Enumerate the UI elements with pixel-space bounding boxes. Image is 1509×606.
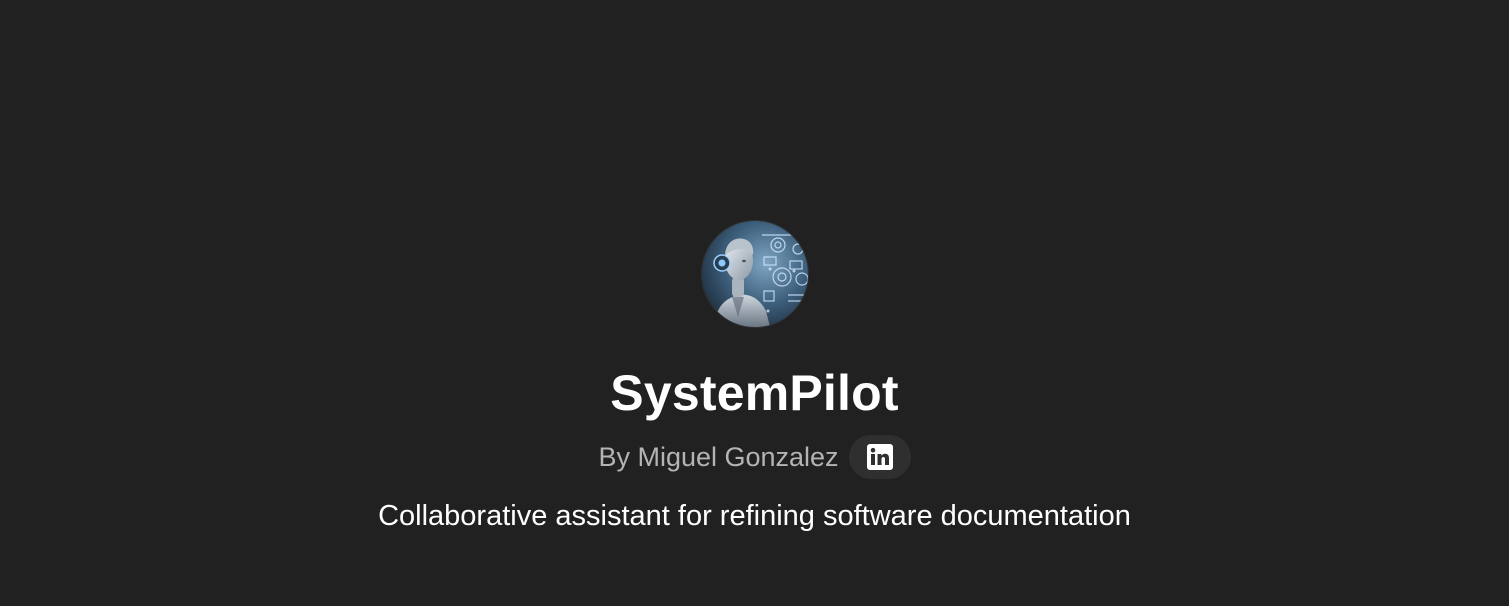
gpt-description: Collaborative assistant for refining sof…: [378, 500, 1131, 532]
avatar-image: [701, 221, 808, 327]
author-name: By Miguel Gonzalez: [598, 442, 839, 472]
gpt-profile-page: SystemPilot By Miguel Gonzalez Collabora…: [0, 0, 1509, 606]
author-byline: By Miguel Gonzalez: [598, 435, 911, 479]
gpt-profile-header: SystemPilot By Miguel Gonzalez Collabora…: [0, 221, 1509, 536]
gpt-name: SystemPilot: [610, 365, 899, 421]
avatar: [701, 221, 808, 327]
linkedin-icon: [866, 444, 893, 470]
linkedin-profile-button[interactable]: [848, 435, 911, 479]
